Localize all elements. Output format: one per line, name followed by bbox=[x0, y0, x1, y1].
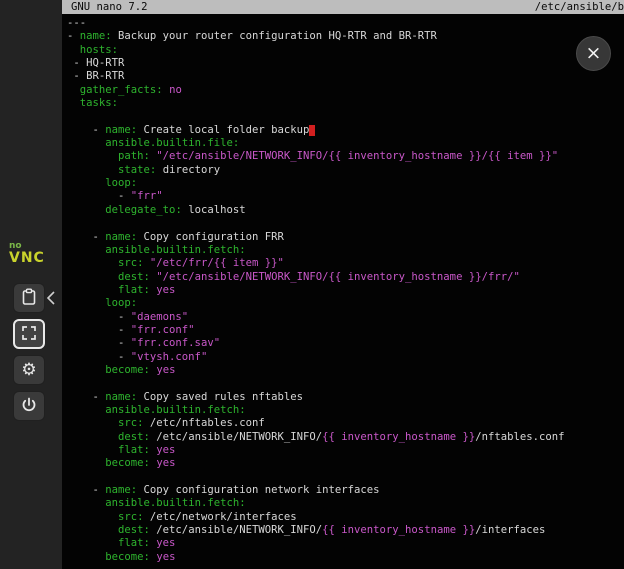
nano-editor-content[interactable]: ---- name: Backup your router configurat… bbox=[62, 14, 624, 564]
nano-filepath: /etc/ansible/b bbox=[535, 0, 624, 14]
editor-line: - "frr.conf.sav" bbox=[67, 337, 624, 350]
nano-version: GNU nano 7.2 bbox=[71, 0, 148, 14]
power-icon bbox=[20, 396, 38, 417]
editor-line: become: yes bbox=[67, 364, 624, 377]
power-button[interactable] bbox=[13, 391, 45, 421]
editor-line: path: "/etc/ansible/NETWORK_INFO/{{ inve… bbox=[67, 150, 624, 163]
editor-line: ansible.builtin.fetch: bbox=[67, 404, 624, 417]
novnc-logo: no VNC bbox=[9, 242, 49, 278]
editor-line: - name: Create local folder backup bbox=[67, 124, 624, 137]
editor-line: --- bbox=[67, 17, 624, 30]
settings-button[interactable]: ⚙ bbox=[13, 355, 45, 385]
editor-line: dest: /etc/ansible/NETWORK_INFO/{{ inven… bbox=[67, 431, 624, 444]
editor-line bbox=[67, 217, 624, 230]
editor-line: tasks: bbox=[67, 97, 624, 110]
editor-line: become: yes bbox=[67, 551, 624, 564]
editor-line: - name: Backup your router configuration… bbox=[67, 30, 624, 43]
vnc-screen: no VNC ⚙ bbox=[0, 0, 624, 569]
clipboard-button[interactable] bbox=[13, 283, 45, 313]
gear-icon: ⚙ bbox=[21, 362, 36, 379]
editor-line: flat: yes bbox=[67, 444, 624, 457]
nano-titlebar: GNU nano 7.2 /etc/ansible/b bbox=[62, 0, 624, 14]
clipboard-icon bbox=[20, 288, 38, 309]
editor-line: ansible.builtin.fetch: bbox=[67, 497, 624, 510]
editor-line bbox=[67, 377, 624, 390]
terminal-window[interactable]: GNU nano 7.2 /etc/ansible/b ---- name: B… bbox=[62, 0, 624, 569]
editor-line: - name: Copy saved rules nftables bbox=[67, 391, 624, 404]
fullscreen-icon bbox=[20, 324, 38, 345]
editor-line: become: yes bbox=[67, 457, 624, 470]
editor-line: - BR-RTR bbox=[67, 70, 624, 83]
editor-line: - "frr" bbox=[67, 190, 624, 203]
vnc-control-bar: no VNC ⚙ bbox=[0, 0, 62, 569]
editor-line bbox=[67, 110, 624, 123]
editor-line: gather_facts: no bbox=[67, 84, 624, 97]
editor-line: - name: Copy configuration network inter… bbox=[67, 484, 624, 497]
close-button[interactable]: × bbox=[576, 36, 611, 71]
editor-line: src: /etc/network/interfaces bbox=[67, 511, 624, 524]
editor-line: - HQ-RTR bbox=[67, 57, 624, 70]
editor-line: hosts: bbox=[67, 44, 624, 57]
editor-line: flat: yes bbox=[67, 537, 624, 550]
editor-line: flat: yes bbox=[67, 284, 624, 297]
chevron-left-icon bbox=[46, 289, 56, 310]
editor-line: delegate_to: localhost bbox=[67, 204, 624, 217]
editor-line: src: /etc/nftables.conf bbox=[67, 417, 624, 430]
editor-line: - "daemons" bbox=[67, 311, 624, 324]
editor-line: - "vtysh.conf" bbox=[67, 351, 624, 364]
fullscreen-button[interactable] bbox=[13, 319, 45, 349]
novnc-logo-bottom: VNC bbox=[9, 251, 49, 266]
editor-line: - name: Copy configuration FRR bbox=[67, 231, 624, 244]
text-cursor bbox=[309, 125, 315, 136]
close-icon: × bbox=[586, 44, 602, 63]
editor-line: dest: "/etc/ansible/NETWORK_INFO/{{ inve… bbox=[67, 271, 624, 284]
editor-line: dest: /etc/ansible/NETWORK_INFO/{{ inven… bbox=[67, 524, 624, 537]
editor-line: ansible.builtin.file: bbox=[67, 137, 624, 150]
control-bar-collapse-handle[interactable] bbox=[45, 289, 57, 309]
editor-line: - "frr.conf" bbox=[67, 324, 624, 337]
editor-line: state: directory bbox=[67, 164, 624, 177]
editor-line: src: "/etc/frr/{{ item }}" bbox=[67, 257, 624, 270]
editor-line: ansible.builtin.fetch: bbox=[67, 244, 624, 257]
editor-line bbox=[67, 471, 624, 484]
editor-line: loop: bbox=[67, 297, 624, 310]
editor-line: loop: bbox=[67, 177, 624, 190]
